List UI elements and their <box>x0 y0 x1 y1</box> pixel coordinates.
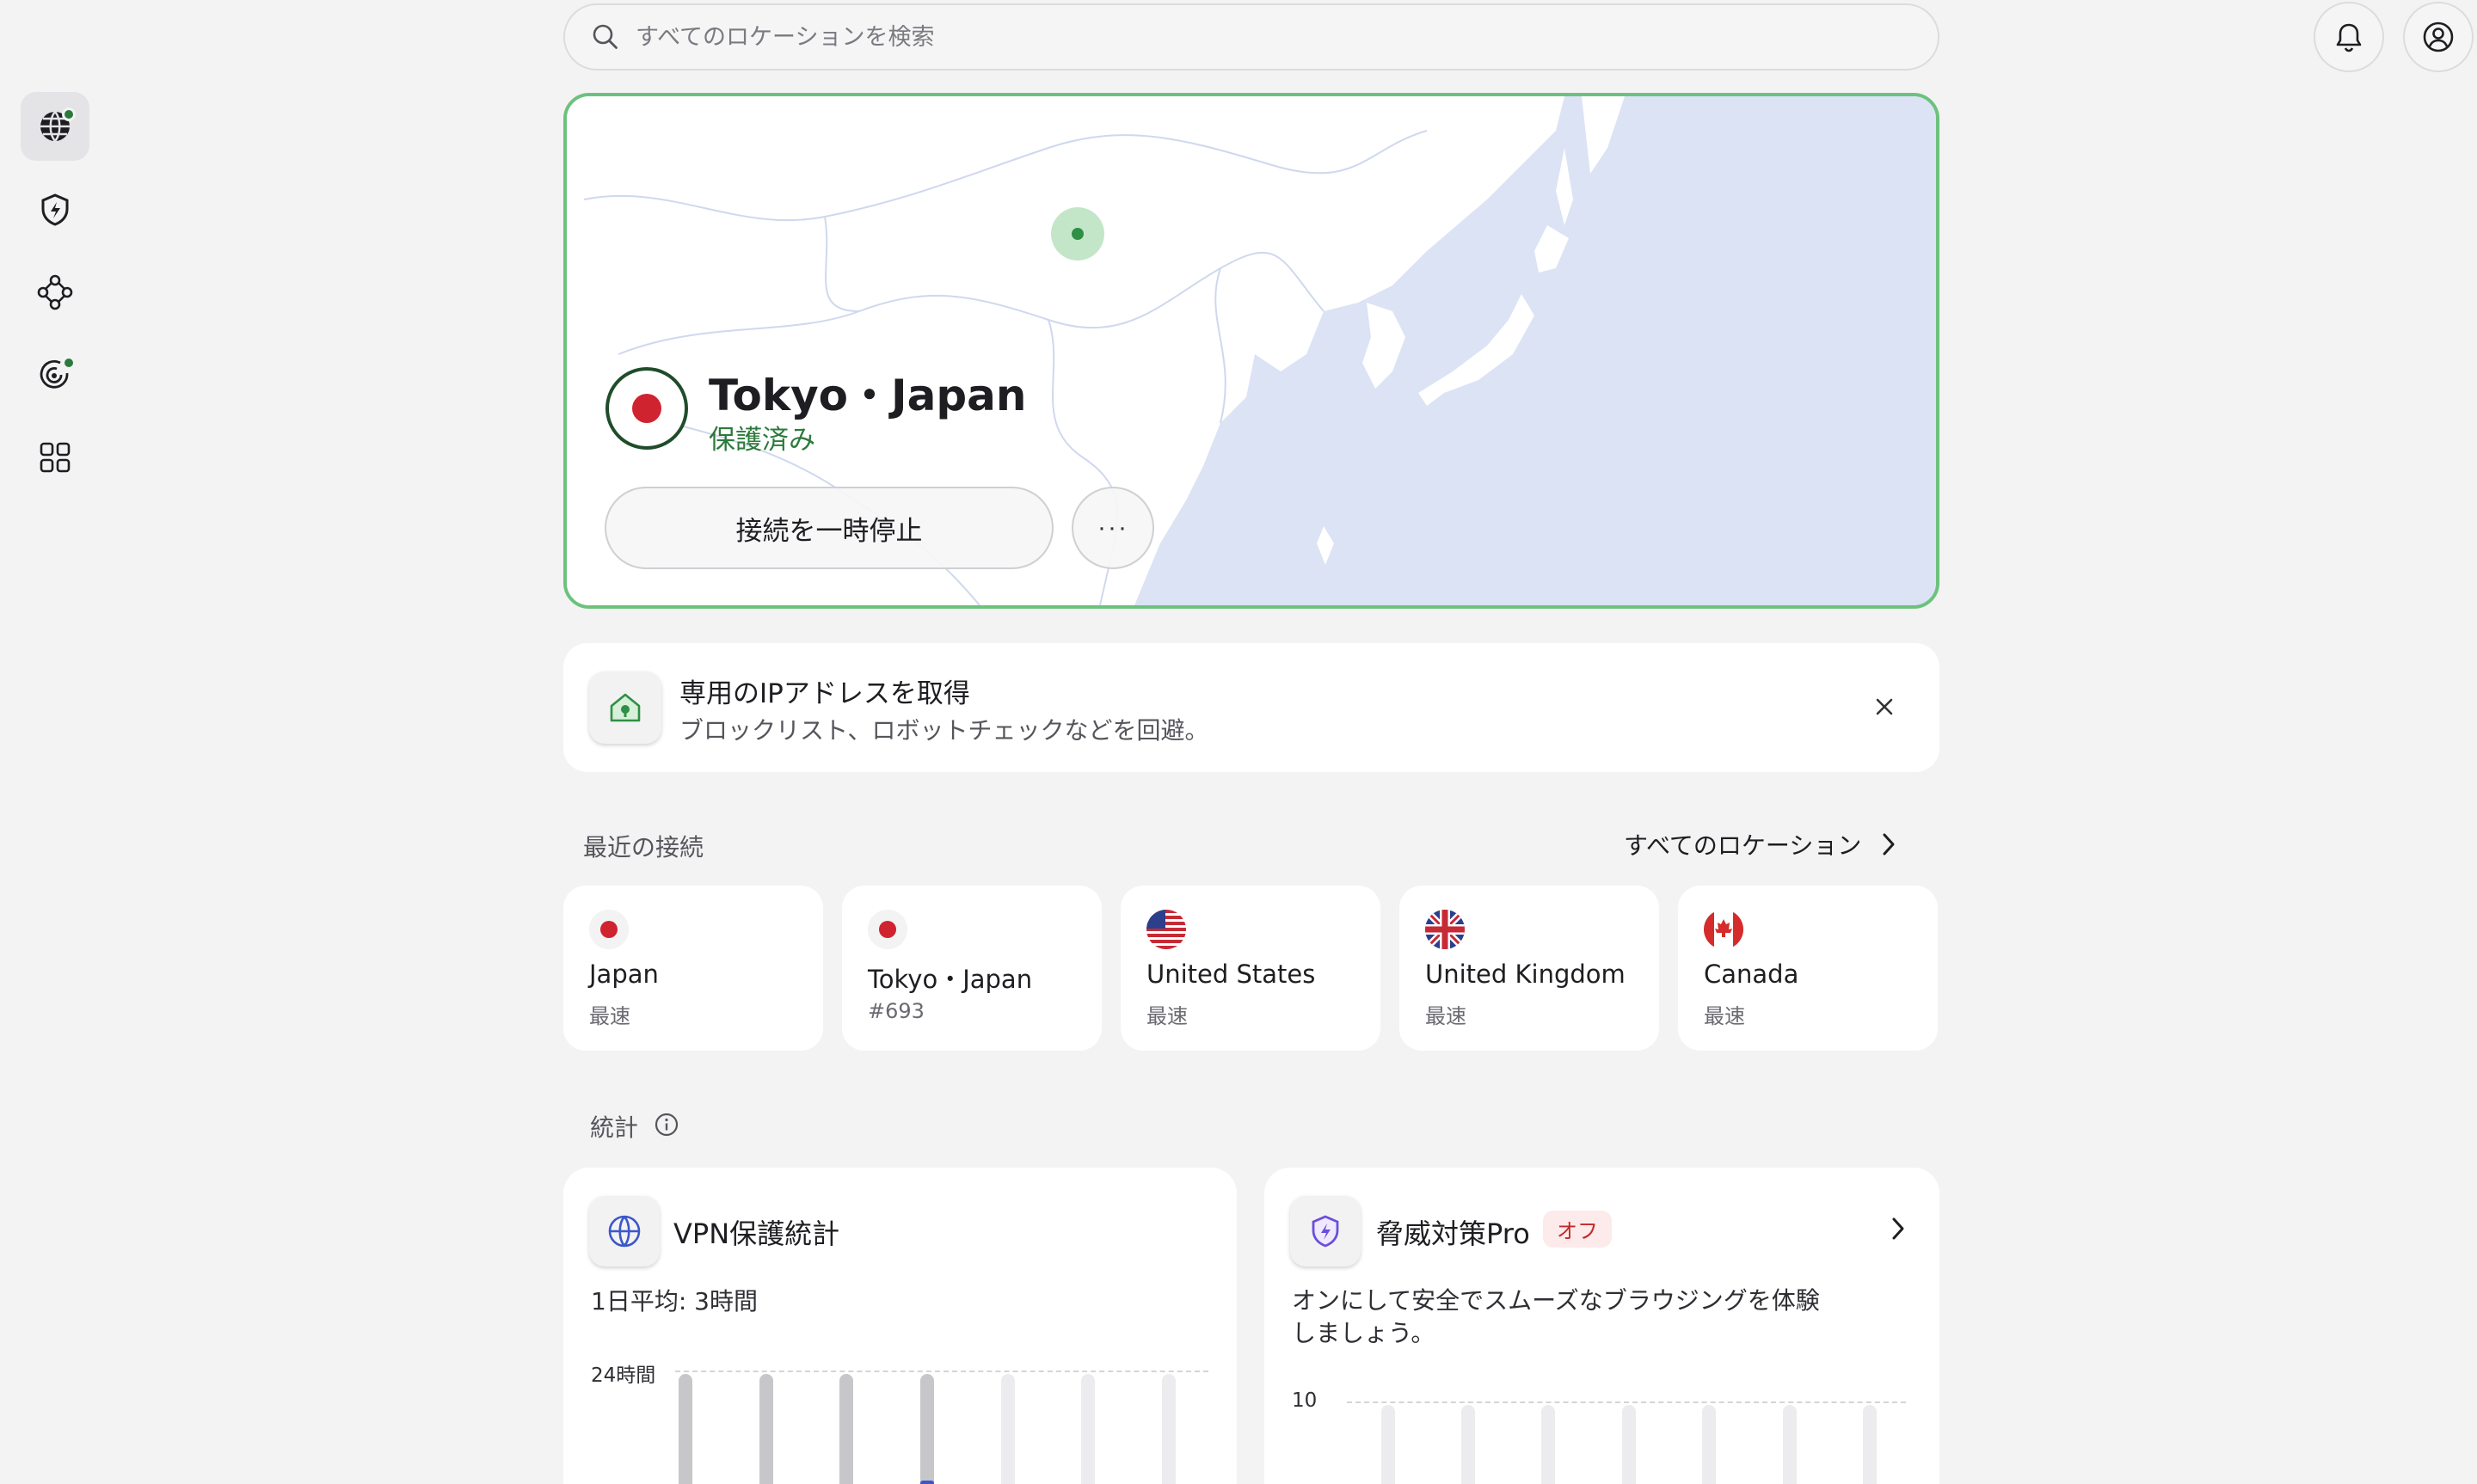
recent-connection-detail: 最速 <box>589 1004 630 1028</box>
home-pin-icon <box>589 671 661 744</box>
recent-connection-card[interactable]: United States 最速 <box>1121 886 1380 1051</box>
sidebar-item-apps[interactable] <box>21 423 89 492</box>
recent-connection-card[interactable]: Tokyo・Japan #693 <box>842 886 1102 1051</box>
chart-bar <box>1783 1405 1797 1484</box>
chevron-right-icon[interactable] <box>1890 1216 1907 1245</box>
recent-connection-name: Canada <box>1704 960 1799 989</box>
recent-connection-card[interactable]: United Kingdom 最速 <box>1399 886 1659 1051</box>
more-icon: ··· <box>1097 513 1128 542</box>
connection-map-card: Tokyo・Japan 保護済み 接続を一時停止 ··· <box>563 93 1939 609</box>
apps-grid-icon <box>40 442 71 473</box>
chevron-right-icon <box>1883 833 1895 855</box>
vpn-stats-card[interactable]: VPN保護統計 1日平均: 3時間 24時間 <box>563 1168 1237 1484</box>
user-circle-icon <box>2423 21 2454 52</box>
mesh-network-icon <box>37 274 73 310</box>
bell-icon <box>2336 23 2362 52</box>
recent-connection-card[interactable]: Japan 最速 <box>563 886 823 1051</box>
recent-connection-name: Tokyo・Japan <box>868 965 1033 994</box>
close-icon[interactable] <box>1867 690 1902 724</box>
uk-flag-icon <box>1425 910 1465 949</box>
info-icon[interactable] <box>654 1112 679 1141</box>
shield-bolt-icon <box>1290 1196 1361 1266</box>
chart-bar <box>1381 1405 1395 1484</box>
status-badge <box>62 356 76 370</box>
search-bar[interactable] <box>563 3 1939 71</box>
recent-connection-name: United Kingdom <box>1425 960 1626 989</box>
chart-bar <box>1081 1374 1095 1484</box>
recent-connection-detail: 最速 <box>1146 1004 1188 1028</box>
dedicated-ip-banner[interactable]: 専用のIPアドレスを取得 ブロックリスト、ロボットチェックなどを回避。 <box>563 643 1939 772</box>
usa-flag-icon <box>1146 910 1186 949</box>
grid-line <box>675 1371 1208 1372</box>
search-input[interactable] <box>636 23 1938 51</box>
sidebar-item-locations[interactable] <box>21 92 89 161</box>
chart-bar <box>679 1374 692 1484</box>
pause-connection-button[interactable]: 接続を一時停止 <box>605 487 1054 569</box>
status-badge <box>62 107 76 121</box>
chart-bar <box>839 1374 853 1484</box>
recent-connection-name: United States <box>1146 960 1316 989</box>
chart-bar <box>759 1374 773 1484</box>
japan-flag-icon <box>605 367 688 450</box>
stats-label: 統計 <box>590 1113 639 1142</box>
connected-location: Tokyo・Japan <box>709 371 1027 420</box>
vpn-stats-title: VPN保護統計 <box>673 1217 840 1250</box>
chart-bar <box>1622 1405 1636 1484</box>
threat-protection-description: オンにして安全でスムーズなブラウジングを体験しましょう。 <box>1292 1286 1820 1347</box>
sidebar-item-meshnet[interactable] <box>21 258 89 327</box>
status-badge: オフ <box>1543 1211 1612 1248</box>
japan-flag-icon <box>868 910 907 949</box>
recent-connection-detail: 最速 <box>1425 1004 1466 1028</box>
all-locations-link[interactable]: すべてのロケーション <box>1624 827 1897 862</box>
y-axis-max-label: 24時間 <box>591 1364 656 1387</box>
account-button[interactable] <box>2403 2 2474 72</box>
notifications-button[interactable] <box>2314 2 2384 72</box>
recent-connection-name: Japan <box>589 960 659 989</box>
globe-icon <box>589 1196 660 1266</box>
recent-connections-label: 最近の接続 <box>583 833 704 862</box>
chart-bar <box>1162 1374 1176 1484</box>
chart-bar <box>1001 1374 1015 1484</box>
connection-status: 保護済み <box>709 425 815 456</box>
recent-connection-card[interactable]: Canada 最速 <box>1678 886 1938 1051</box>
daily-average: 1日平均: 3時間 <box>591 1287 758 1315</box>
chart-bar <box>920 1374 934 1484</box>
threat-protection-card[interactable]: 脅威対策Pro オフ オンにして安全でスムーズなブラウジングを体験しましょう。 … <box>1264 1168 1939 1484</box>
search-icon <box>593 24 618 49</box>
recent-connection-detail: 最速 <box>1704 1004 1745 1028</box>
recent-connection-detail: #693 <box>868 999 925 1023</box>
shield-bolt-icon <box>41 193 69 226</box>
threat-protection-title: 脅威対策Pro <box>1376 1217 1530 1250</box>
chart-bar <box>1461 1405 1475 1484</box>
chart-bar <box>1863 1405 1877 1484</box>
y-axis-max-label: 10 <box>1292 1389 1318 1412</box>
chart-bar <box>1702 1405 1716 1484</box>
promo-title: 専用のIPアドレスを取得 <box>679 678 970 709</box>
canada-flag-icon <box>1704 910 1743 949</box>
promo-subtitle: ブロックリスト、ロボットチェックなどを回避。 <box>679 716 1209 745</box>
sidebar-item-threat-protection[interactable] <box>21 175 89 244</box>
sidebar-item-dark-web-monitor[interactable] <box>21 340 89 409</box>
all-locations-label: すべてのロケーション <box>1624 831 1862 860</box>
more-options-button[interactable]: ··· <box>1072 487 1154 569</box>
grid-line <box>1347 1401 1906 1403</box>
chart-bar <box>1541 1405 1555 1484</box>
japan-flag-icon <box>589 910 629 949</box>
